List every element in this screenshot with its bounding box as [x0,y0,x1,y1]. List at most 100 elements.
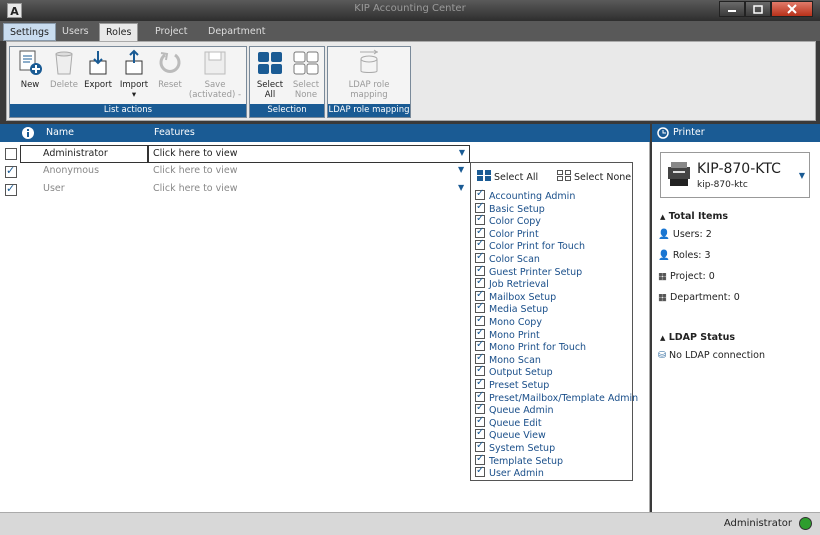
feature-checkbox[interactable] [475,352,485,364]
feature-item[interactable]: Mono Copy [475,314,542,329]
feature-checkbox[interactable] [475,364,485,377]
ldap-label: LDAP role mapping [328,104,410,117]
close-icon [787,4,797,14]
feature-item[interactable]: Mono Scan [475,352,541,367]
feature-checkbox[interactable] [475,251,485,264]
feature-label: Color Copy [489,216,541,228]
feature-item[interactable]: Color Copy [475,213,541,228]
feature-item[interactable]: Basic Setup [475,201,545,216]
feature-checkbox[interactable] [475,213,485,226]
save-button[interactable]: Save (activated) - [188,49,242,101]
reset-button[interactable]: Reset [152,49,188,101]
roles-count: 👤 Roles: 3 [658,250,711,261]
feature-item[interactable]: Job Retrieval [475,276,549,291]
feature-checkbox[interactable] [475,264,485,276]
feature-item[interactable]: Mono Print for Touch [475,339,586,354]
minimize-button[interactable] [719,1,745,17]
feature-item[interactable]: Color Scan [475,251,540,266]
select-all-button[interactable]: Select All [252,49,288,101]
printer-selector[interactable]: KIP-870-KTC kip-870-ktc ▼ [660,152,810,198]
feature-checkbox[interactable] [475,276,485,289]
feature-checkbox[interactable] [475,465,485,478]
column-features[interactable]: Features [154,127,195,138]
feature-item[interactable]: User Admin [475,465,544,480]
feature-checkbox[interactable] [475,390,485,402]
feature-checkbox[interactable] [475,327,485,339]
ldap-status-title[interactable]: ▲ LDAP Status [660,332,735,343]
feature-checkbox[interactable] [475,339,485,352]
table-row[interactable]: Administrator Click here to view ▼ [0,145,650,163]
feature-item[interactable]: Color Print [475,226,539,241]
feature-item[interactable]: Guest Printer Setup [475,264,582,279]
main-tabs: Settings Users Roles Project Department [0,21,820,41]
feature-item[interactable]: Mailbox Setup [475,289,557,304]
feature-item[interactable]: Queue View [475,427,546,442]
total-items-title[interactable]: ▲ Total Items [660,211,728,222]
import-button[interactable]: Import ▾ [116,49,152,101]
feature-checkbox[interactable] [475,201,485,213]
feature-checkbox[interactable] [475,238,485,251]
select-none-button[interactable]: Select None [288,49,324,101]
row-checkbox[interactable] [5,148,17,160]
column-name[interactable]: Name [46,127,74,138]
department-icon: ▦ [658,292,667,303]
features-dropdown[interactable]: Click here to view [153,183,238,194]
feature-item[interactable]: Preset Setup [475,377,549,392]
feature-label: Output Setup [489,367,553,379]
feature-checkbox[interactable] [475,440,485,453]
selection-label: Selection [250,104,324,117]
features-dropdown[interactable]: Click here to view [153,165,238,176]
select-none-link[interactable]: Select None [557,170,631,184]
row-checkbox[interactable] [5,182,17,196]
feature-item[interactable]: System Setup [475,440,555,455]
info-icon [22,127,34,139]
feature-checkbox[interactable] [475,289,485,301]
tab-department[interactable]: Department [202,23,272,41]
feature-label: Mono Copy [489,317,542,328]
feature-checkbox[interactable] [475,402,485,415]
feature-item[interactable]: Mono Print [475,327,540,342]
feature-checkbox[interactable] [475,314,485,327]
selection-group: Select All Select None Selection [249,46,325,118]
row-checkbox[interactable] [5,164,17,178]
role-name[interactable]: Administrator [20,145,148,163]
save-icon [204,51,226,75]
feature-item[interactable]: Output Setup [475,364,553,379]
feature-label: Mailbox Setup [489,291,557,303]
tab-users[interactable]: Users [56,23,95,41]
printer-panel: Printer KIP-870-KTC kip-870-ktc ▼ ▲ Tota… [652,124,820,512]
list-actions-group: New Delete Export Import ▾ Reset Save (a… [9,46,247,118]
select-none-icon [293,51,319,75]
feature-checkbox[interactable] [475,301,485,314]
feature-item[interactable]: Color Print for Touch [475,238,585,253]
features-dropdown[interactable]: Click here to view ▼ [148,145,470,163]
tab-roles[interactable]: Roles [99,23,139,41]
feature-checkbox[interactable] [475,377,485,390]
export-button[interactable]: Export [80,49,116,101]
feature-item[interactable]: Queue Admin [475,402,554,417]
feature-item[interactable]: Preset/Mailbox/Template Admin [475,390,638,405]
select-all-link[interactable]: Select All [477,170,538,184]
maximize-button[interactable] [745,1,771,17]
new-button[interactable]: New [12,49,48,101]
ldap-role-mapping-button[interactable]: LDAP role mapping [342,49,396,101]
feature-item[interactable]: Accounting Admin [475,188,575,203]
feature-checkbox[interactable] [475,415,485,427]
feature-item[interactable]: Template Setup [475,453,563,468]
feature-checkbox[interactable] [475,188,485,201]
tab-settings[interactable]: Settings [3,23,56,41]
delete-button[interactable]: Delete [46,49,82,101]
project-icon: ▦ [658,271,667,282]
new-icon [19,50,42,75]
feature-label: Mono Scan [489,354,541,366]
tab-project[interactable]: Project [149,23,194,41]
ldap-status: ⛁ No LDAP connection [658,350,765,361]
feature-item[interactable]: Queue Edit [475,415,542,430]
close-button[interactable] [771,1,813,17]
feature-checkbox[interactable] [475,453,485,465]
feature-checkbox[interactable] [475,427,485,440]
ribbon: New Delete Export Import ▾ Reset Save (a… [6,41,816,121]
collapse-icon: ▲ [660,213,666,221]
feature-item[interactable]: Media Setup [475,301,548,316]
feature-checkbox[interactable] [475,226,485,238]
